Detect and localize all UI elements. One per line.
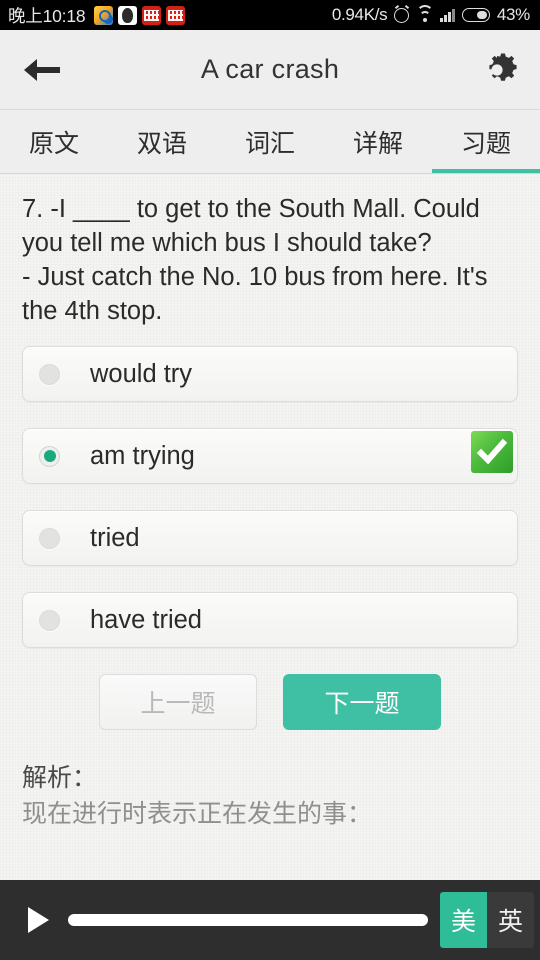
play-icon — [28, 907, 49, 933]
accent-button-british[interactable]: 英 — [487, 892, 534, 948]
wifi-icon — [416, 5, 434, 22]
settings-button[interactable] — [470, 51, 518, 89]
audio-player-bar: 美 英 — [0, 880, 540, 960]
option-label: am trying — [90, 441, 195, 470]
play-button[interactable] — [16, 898, 60, 942]
exercise-content: 7. -I ____ to get to the South Mall. Cou… — [0, 174, 540, 880]
analysis-section: 解析： 现在进行时表示正在发生的事： — [0, 730, 540, 830]
tab-explanation[interactable]: 详解 — [324, 110, 432, 173]
tab-original[interactable]: 原文 — [0, 110, 108, 173]
correct-answer-badge — [471, 431, 513, 473]
gear-icon — [489, 53, 517, 81]
accent-toggle-group: 美 英 — [440, 892, 534, 948]
tab-label: 习题 — [460, 129, 511, 158]
network-speed-label: 0.94K/s — [331, 5, 388, 24]
previous-question-button[interactable]: 上一题 — [99, 674, 257, 730]
accent-button-american[interactable]: 美 — [440, 892, 487, 948]
radio-button-icon[interactable] — [39, 527, 60, 549]
option-label: tried — [90, 523, 140, 552]
alarm-icon — [394, 7, 410, 23]
back-button[interactable] — [22, 46, 70, 94]
radio-button-icon[interactable] — [39, 609, 60, 631]
arrow-left-icon — [24, 58, 60, 81]
analysis-title: 解析： — [22, 764, 98, 792]
option-row[interactable]: would try — [22, 346, 518, 402]
next-question-button[interactable]: 下一题 — [283, 674, 441, 730]
option-row[interactable]: have tried — [22, 592, 518, 648]
status-bar: 晚上10:18 0.94K/s 43% — [0, 0, 540, 30]
page-title: A car crash — [200, 54, 340, 84]
status-clock: 晚上10:18 — [8, 5, 86, 26]
tab-vocabulary[interactable]: 词汇 — [216, 110, 324, 173]
option-row[interactable]: am trying — [22, 428, 518, 484]
qq-app-icon — [118, 5, 138, 25]
status-notification-icons — [94, 5, 186, 25]
question-text: 7. -I ____ to get to the South Mall. Cou… — [22, 195, 488, 325]
tab-label: 双语 — [136, 129, 187, 158]
option-label: would try — [90, 359, 193, 388]
tab-bilingual[interactable]: 双语 — [108, 110, 216, 173]
red-app-icon-2 — [166, 5, 186, 25]
battery-icon — [461, 8, 490, 22]
tab-label: 原文 — [28, 129, 79, 158]
check-icon — [477, 438, 507, 465]
tab-label: 词汇 — [244, 129, 295, 158]
radio-button-icon[interactable] — [39, 363, 60, 385]
tab-label: 详解 — [352, 129, 403, 158]
signal-icon — [440, 8, 455, 22]
app-header: A car crash — [0, 30, 540, 110]
audio-progress-slider[interactable] — [68, 914, 428, 926]
radio-button-icon[interactable] — [39, 445, 60, 467]
analysis-body: 现在进行时表示正在发生的事： — [22, 800, 373, 828]
battery-percent-label: 43% — [496, 5, 530, 24]
question-navigation: 上一题 下一题 — [0, 674, 540, 730]
search-app-icon — [94, 5, 114, 25]
red-app-icon-1 — [142, 5, 162, 25]
status-system-icons: 0.94K/s 43% — [332, 5, 530, 25]
answer-options-list: would try am trying tried have tried — [0, 332, 540, 648]
option-label: have tried — [90, 605, 202, 634]
tab-exercises[interactable]: 习题 — [432, 110, 540, 173]
option-row[interactable]: tried — [22, 510, 518, 566]
tab-bar: 原文 双语 词汇 详解 习题 — [0, 110, 540, 174]
